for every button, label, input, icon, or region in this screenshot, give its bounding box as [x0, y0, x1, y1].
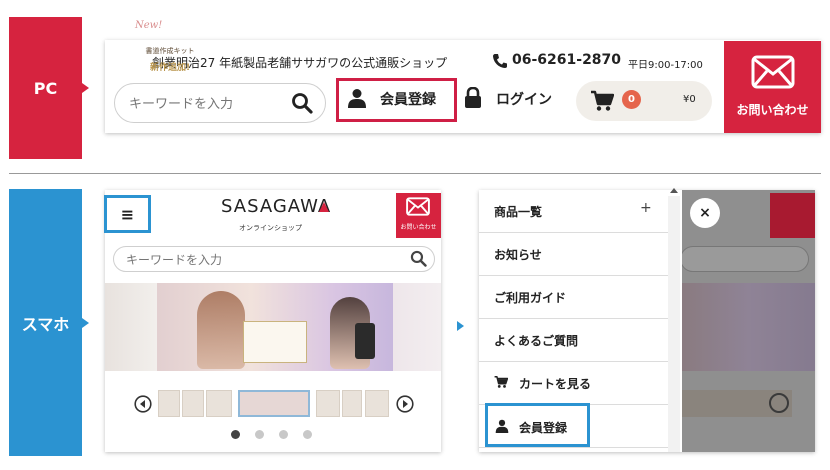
carousel-thumbnail[interactable]: [182, 390, 204, 417]
carousel-thumbnail[interactable]: [206, 390, 232, 417]
banner-slide-next: [393, 283, 441, 371]
hero-banner[interactable]: [105, 283, 441, 371]
carousel-thumbnail[interactable]: [238, 390, 310, 417]
banner-subtitle: 新作追加!: [149, 63, 191, 73]
carousel-prev-icon[interactable]: [134, 395, 152, 413]
carousel-thumbnail[interactable]: [342, 390, 362, 417]
hero-banner-dimmed: [682, 283, 815, 371]
close-menu-button[interactable]: ×: [690, 198, 720, 228]
contact-label: お問い合わせ: [400, 224, 437, 231]
lock-icon: [465, 87, 481, 108]
site-logo[interactable]: SASAGAWA: [221, 196, 331, 217]
banner-slide-prev: [105, 283, 157, 371]
user-icon: [348, 89, 366, 108]
phone-number[interactable]: 06-6261-2870: [512, 52, 621, 68]
menu-item-label: 商品一覧: [494, 205, 543, 219]
member-register-label: 会員登録: [380, 92, 436, 108]
expand-plus-icon[interactable]: +: [640, 200, 652, 216]
banner-photo: [197, 291, 245, 369]
menu-item-label: よくあるご質問: [494, 334, 579, 348]
cart-total: ¥0: [683, 94, 696, 105]
mail-icon: [406, 197, 430, 216]
arrow-right-icon: [457, 321, 464, 331]
logo-subtitle: オンラインショップ: [239, 224, 302, 232]
business-hours: 平日9:00-17:00: [628, 60, 703, 71]
phone-icon: [493, 54, 507, 68]
carousel-next-icon: [769, 393, 789, 413]
contact-button-dimmed: [770, 193, 815, 238]
banner-phone-image: [355, 323, 375, 359]
logo-accent-icon: [319, 202, 329, 212]
user-icon: [495, 419, 509, 433]
arrow-right-icon: [82, 318, 89, 328]
contact-label: お問い合わせ: [736, 103, 809, 117]
banner-card: [243, 321, 307, 363]
menu-item-label: ご利用ガイド: [494, 291, 567, 305]
carousel-dot[interactable]: [255, 430, 264, 439]
hamburger-menu-button[interactable]: ≡: [104, 195, 151, 233]
carousel-dot[interactable]: [279, 430, 288, 439]
search-box-dimmed: [680, 246, 809, 272]
cart-icon: [591, 90, 614, 111]
search-box: [113, 246, 435, 272]
search-input[interactable]: [129, 94, 289, 114]
carousel-dot[interactable]: [231, 430, 240, 439]
login-link[interactable]: ログイン: [496, 89, 552, 109]
banner-title: 書道作成キット: [145, 47, 195, 55]
menu-item-label: 会員登録: [519, 421, 568, 435]
section-divider: [9, 173, 821, 174]
cart-icon: [494, 375, 508, 388]
search-input[interactable]: [126, 251, 346, 268]
banner-new-label: New!: [135, 20, 163, 31]
scroll-up-icon[interactable]: [670, 188, 678, 193]
carousel-thumbnail[interactable]: [365, 390, 389, 417]
search-icon[interactable]: [410, 250, 427, 267]
menu-scrollbar[interactable]: [668, 196, 680, 452]
section-label-smartphone: スマホ: [9, 189, 82, 456]
carousel-next-icon[interactable]: [396, 395, 414, 413]
arrow-right-icon: [82, 83, 89, 93]
section-label-pc: PC: [9, 17, 82, 159]
cart-count-badge: 0: [622, 90, 641, 109]
carousel-thumbnail[interactable]: [316, 390, 340, 417]
mail-icon: [751, 55, 795, 89]
carousel-thumbnail[interactable]: [158, 390, 180, 417]
carousel-dot[interactable]: [303, 430, 312, 439]
menu-item-label: カートを見る: [519, 377, 592, 391]
search-icon[interactable]: [291, 92, 313, 114]
menu-item-label: お知らせ: [494, 248, 542, 262]
